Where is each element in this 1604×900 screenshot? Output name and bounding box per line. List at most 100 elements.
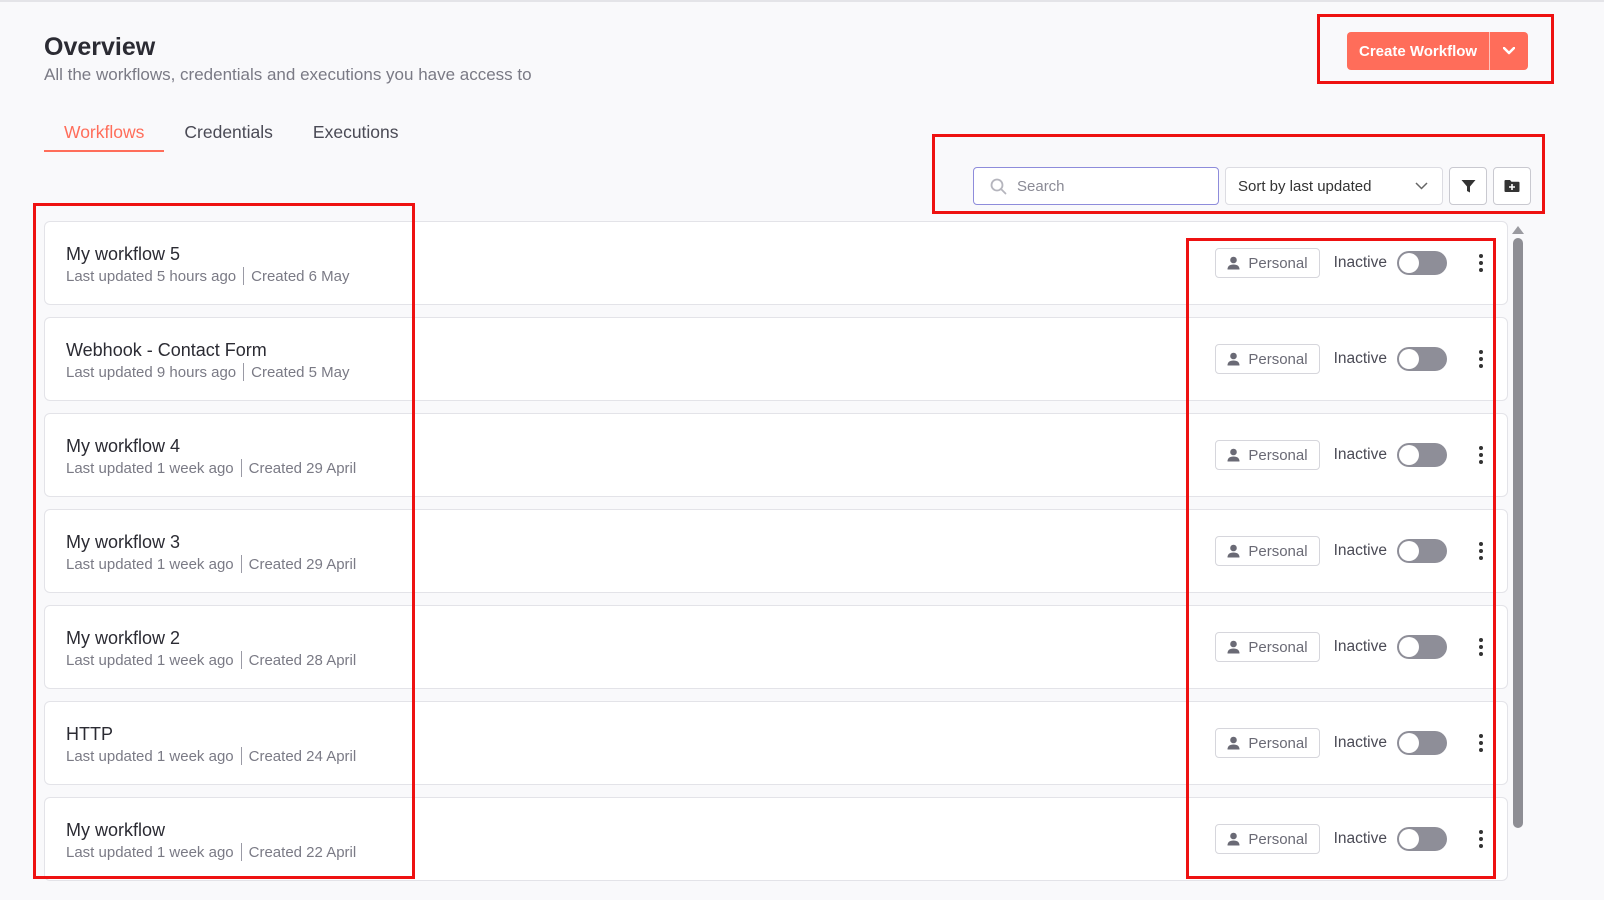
filter-button[interactable] — [1449, 167, 1487, 205]
owner-label: Personal — [1248, 734, 1308, 752]
scroll-up-arrow-icon[interactable] — [1512, 226, 1524, 234]
filter-icon — [1461, 179, 1475, 192]
more-options-icon[interactable] — [1471, 344, 1491, 374]
user-icon — [1227, 832, 1240, 846]
new-folder-button[interactable] — [1493, 167, 1531, 205]
workflow-name[interactable]: HTTP — [66, 724, 113, 745]
workflow-card[interactable]: My workflow 3 Last updated 1 week ago Cr… — [44, 509, 1508, 593]
tab-credentials[interactable]: Credentials — [164, 118, 293, 152]
workflow-created: Created 28 April — [248, 651, 357, 669]
workflow-card[interactable]: My workflow 4 Last updated 1 week ago Cr… — [44, 413, 1508, 497]
active-toggle[interactable] — [1397, 731, 1447, 755]
meta-separator — [240, 747, 242, 765]
more-options-icon[interactable] — [1471, 632, 1491, 662]
user-icon — [1227, 448, 1240, 462]
workflow-actions: Personal Inactive — [1215, 440, 1491, 470]
workflow-name[interactable]: My workflow 2 — [66, 628, 180, 649]
create-workflow-dropdown-button[interactable] — [1490, 32, 1528, 70]
toggle-knob — [1399, 637, 1419, 657]
workflow-meta: Last updated 1 week ago Created 29 April — [66, 459, 356, 477]
workflow-actions: Personal Inactive — [1215, 248, 1491, 278]
workflow-updated: Last updated 1 week ago — [66, 747, 234, 765]
workflow-created: Created 24 April — [248, 747, 357, 765]
workflow-created: Created 29 April — [248, 459, 357, 477]
workflow-card[interactable]: My workflow 2 Last updated 1 week ago Cr… — [44, 605, 1508, 689]
workflow-meta: Last updated 1 week ago Created 24 April — [66, 747, 356, 765]
workflow-created: Created 6 May — [251, 267, 350, 285]
page-subtitle: All the workflows, credentials and execu… — [44, 65, 532, 84]
tab-executions[interactable]: Executions — [293, 118, 419, 152]
search-box[interactable] — [973, 167, 1219, 205]
workflow-name[interactable]: My workflow 4 — [66, 436, 180, 457]
active-toggle[interactable] — [1397, 635, 1447, 659]
workflow-updated: Last updated 1 week ago — [66, 555, 234, 573]
status-label: Inactive — [1333, 254, 1387, 271]
active-toggle[interactable] — [1397, 443, 1447, 467]
list-toolbar: Sort by last updated — [973, 167, 1531, 205]
chevron-down-icon — [1415, 182, 1428, 190]
owner-badge: Personal — [1215, 536, 1320, 566]
sort-select[interactable]: Sort by last updated — [1225, 167, 1443, 205]
workflow-updated: Last updated 1 week ago — [66, 651, 234, 669]
meta-separator — [240, 843, 242, 861]
workflow-name[interactable]: My workflow 3 — [66, 532, 180, 553]
search-input[interactable] — [1017, 177, 1207, 195]
workflow-meta: Last updated 1 week ago Created 22 April — [66, 843, 356, 861]
owner-badge: Personal — [1215, 632, 1320, 662]
workflow-actions: Personal Inactive — [1215, 632, 1491, 662]
more-options-icon[interactable] — [1471, 824, 1491, 854]
toggle-knob — [1399, 349, 1419, 369]
workflow-name[interactable]: Webhook - Contact Form — [66, 340, 267, 361]
workflow-meta: Last updated 1 week ago Created 29 April — [66, 555, 356, 573]
workflow-actions: Personal Inactive — [1215, 824, 1491, 854]
more-options-icon[interactable] — [1471, 248, 1491, 278]
workflow-name[interactable]: My workflow — [66, 820, 165, 841]
workflow-meta: Last updated 9 hours ago Created 5 May — [66, 363, 350, 381]
workflow-card[interactable]: Webhook - Contact Form Last updated 9 ho… — [44, 317, 1508, 401]
workflow-meta: Last updated 5 hours ago Created 6 May — [66, 267, 350, 285]
toggle-knob — [1399, 733, 1419, 753]
workflow-updated: Last updated 9 hours ago — [66, 363, 237, 381]
owner-label: Personal — [1248, 638, 1308, 656]
workflow-updated: Last updated 1 week ago — [66, 843, 234, 861]
active-toggle[interactable] — [1397, 539, 1447, 563]
status-label: Inactive — [1333, 734, 1387, 751]
toggle-knob — [1399, 829, 1419, 849]
tab-bar: Workflows Credentials Executions — [44, 118, 419, 152]
workflow-actions: Personal Inactive — [1215, 536, 1491, 566]
workflow-updated: Last updated 1 week ago — [66, 459, 234, 477]
active-toggle[interactable] — [1397, 347, 1447, 371]
scrollbar-thumb[interactable] — [1513, 238, 1523, 828]
active-toggle[interactable] — [1397, 827, 1447, 851]
status-label: Inactive — [1333, 350, 1387, 367]
toggle-knob — [1399, 445, 1419, 465]
more-options-icon[interactable] — [1471, 536, 1491, 566]
sort-select-value: Sort by last updated — [1238, 177, 1372, 195]
user-icon — [1227, 256, 1240, 270]
owner-badge: Personal — [1215, 728, 1320, 758]
create-workflow-button[interactable]: Create Workflow — [1347, 32, 1491, 70]
list-scrollbar[interactable] — [1512, 226, 1524, 834]
more-options-icon[interactable] — [1471, 440, 1491, 470]
user-icon — [1227, 352, 1240, 366]
page-title: Overview — [44, 33, 156, 61]
owner-label: Personal — [1248, 350, 1308, 368]
workflow-list: My workflow 5 Last updated 5 hours ago C… — [44, 221, 1508, 893]
toggle-knob — [1399, 541, 1419, 561]
create-workflow-split-button[interactable]: Create Workflow — [1347, 32, 1529, 70]
active-toggle[interactable] — [1397, 251, 1447, 275]
tab-workflows[interactable]: Workflows — [44, 118, 165, 152]
user-icon — [1227, 544, 1240, 558]
more-options-icon[interactable] — [1471, 728, 1491, 758]
meta-separator — [243, 267, 245, 285]
workflow-actions: Personal Inactive — [1215, 344, 1491, 374]
workflow-card[interactable]: My workflow Last updated 1 week ago Crea… — [44, 797, 1508, 881]
chevron-down-icon — [1503, 47, 1516, 55]
workflow-card[interactable]: My workflow 5 Last updated 5 hours ago C… — [44, 221, 1508, 305]
owner-badge: Personal — [1215, 824, 1320, 854]
toggle-knob — [1399, 253, 1419, 273]
workflow-name[interactable]: My workflow 5 — [66, 244, 180, 265]
workflow-actions: Personal Inactive — [1215, 728, 1491, 758]
user-icon — [1227, 736, 1240, 750]
workflow-card[interactable]: HTTP Last updated 1 week ago Created 24 … — [44, 701, 1508, 785]
